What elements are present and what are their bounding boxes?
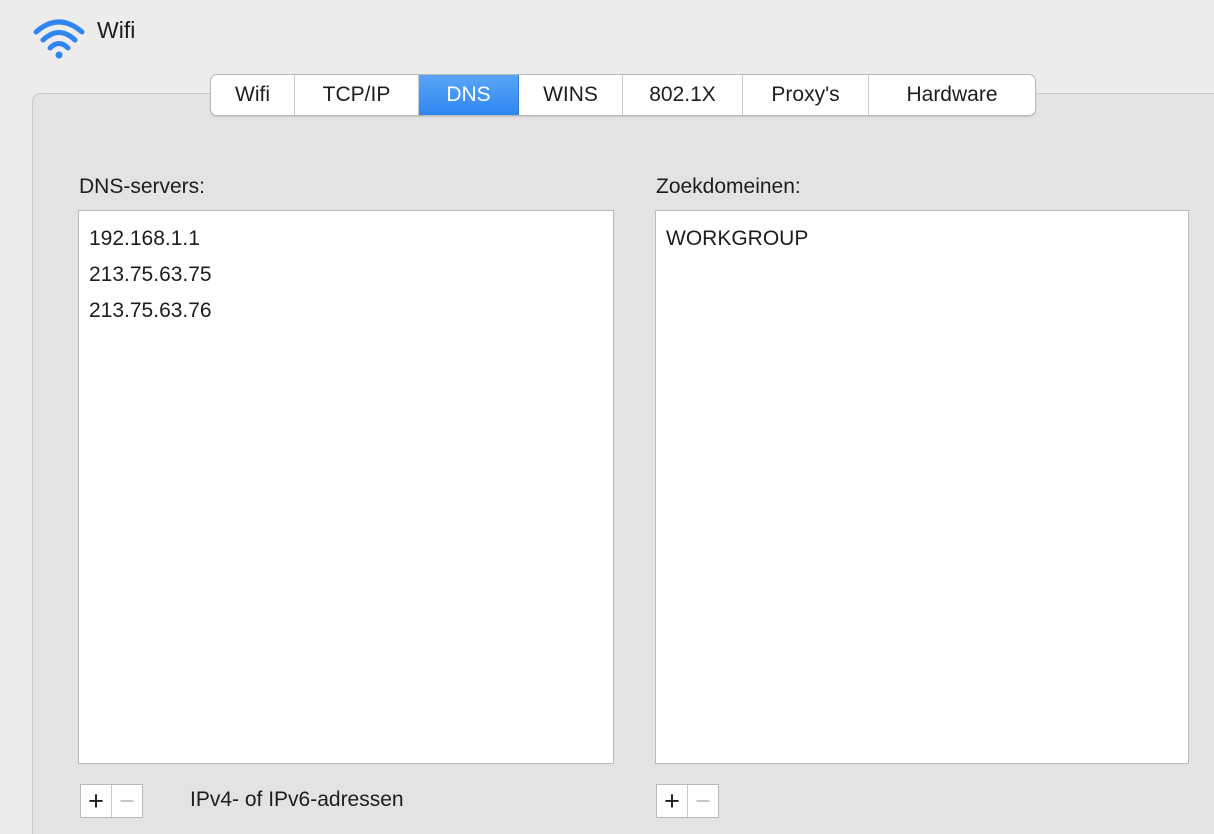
search-domains-label: Zoekdomeinen:	[656, 175, 801, 198]
tab-proxies[interactable]: Proxy's	[743, 75, 869, 115]
network-settings-window: Wifi Wifi TCP/IP DNS WINS 802.1X Proxy's…	[0, 0, 1214, 834]
list-item[interactable]: WORKGROUP	[656, 221, 1188, 257]
remove-search-domain-button[interactable]: −	[688, 785, 718, 817]
tab-bar: Wifi TCP/IP DNS WINS 802.1X Proxy's Hard…	[210, 74, 1036, 116]
tab-hardware[interactable]: Hardware	[869, 75, 1035, 115]
list-item[interactable]: 213.75.63.76	[79, 293, 613, 329]
dns-servers-list[interactable]: 192.168.1.1 213.75.63.75 213.75.63.76	[78, 210, 614, 764]
search-domains-buttons: + −	[656, 784, 719, 818]
list-item[interactable]: 192.168.1.1	[79, 221, 613, 257]
add-dns-server-button[interactable]: +	[81, 785, 112, 817]
dns-servers-label: DNS-servers:	[79, 175, 206, 198]
add-search-domain-button[interactable]: +	[657, 785, 688, 817]
tab-wifi[interactable]: Wifi	[211, 75, 295, 115]
remove-dns-server-button[interactable]: −	[112, 785, 142, 817]
tab-802-1x[interactable]: 802.1X	[623, 75, 743, 115]
dns-address-hint: IPv4- of IPv6-adressen	[190, 788, 404, 811]
wifi-icon	[33, 19, 85, 59]
list-item[interactable]: 213.75.63.75	[79, 257, 613, 293]
tab-wins[interactable]: WINS	[519, 75, 623, 115]
window-title: Wifi	[97, 17, 136, 43]
tab-dns[interactable]: DNS	[419, 75, 519, 115]
search-domains-list[interactable]: WORKGROUP	[655, 210, 1189, 764]
dns-servers-buttons: + −	[80, 784, 143, 818]
tab-tcp-ip[interactable]: TCP/IP	[295, 75, 419, 115]
